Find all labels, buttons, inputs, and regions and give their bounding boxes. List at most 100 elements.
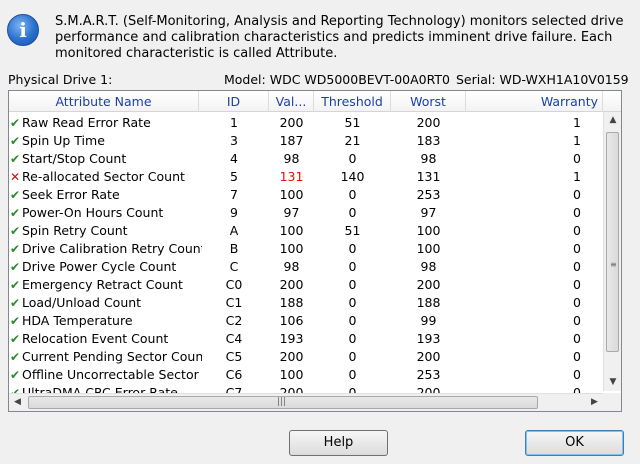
attribute-threshold: 0 <box>348 349 357 364</box>
attribute-worst: 200 <box>416 115 441 130</box>
attribute-name: Re-allocated Sector Count <box>22 169 185 184</box>
attribute-value: 188 <box>279 295 304 310</box>
horizontal-scrollbar[interactable]: ◀ ||| ▶ <box>9 393 603 411</box>
drive-label: Physical Drive 1: <box>8 72 113 87</box>
attribute-threshold: 51 <box>344 223 361 238</box>
attribute-id: 1 <box>230 115 238 130</box>
attribute-id: C6 <box>225 367 243 382</box>
check-icon: ✔ <box>9 368 21 382</box>
attribute-warranty: 0 <box>573 223 581 238</box>
table-row[interactable]: ✔ Start/Stop Count 4 98 0 98 0 <box>9 150 602 168</box>
attribute-grid[interactable]: Attribute Name ID Val... Threshold Worst… <box>8 90 622 412</box>
attribute-warranty: 0 <box>573 241 581 256</box>
attribute-threshold: 0 <box>348 331 357 346</box>
table-row[interactable]: ✔ Current Pending Sector Count C5 200 0 200 0 <box>9 348 602 366</box>
check-icon: ✔ <box>9 350 21 364</box>
table-row[interactable]: ✔ Power-On Hours Count 9 97 0 97 0 <box>9 204 602 222</box>
attribute-value: 193 <box>279 331 304 346</box>
scroll-right-arrow-icon[interactable]: ▶ <box>586 394 603 411</box>
vertical-scrollbar[interactable]: ▲ ≡ ▼ <box>603 112 621 391</box>
attribute-value: 100 <box>279 187 304 202</box>
column-header-value[interactable]: Val... <box>269 91 314 112</box>
attribute-value: 200 <box>279 349 304 364</box>
check-icon: ✔ <box>9 332 21 346</box>
table-row[interactable]: ✔ Drive Power Cycle Count C 98 0 98 0 <box>9 258 602 276</box>
table-row[interactable]: ✔ Load/Unload Count C1 188 0 188 0 <box>9 294 602 312</box>
check-icon: ✔ <box>9 224 21 238</box>
attribute-worst: 200 <box>416 349 441 364</box>
table-row[interactable]: ✔ Raw Read Error Rate 1 200 51 200 1 <box>9 114 602 132</box>
attribute-name: Load/Unload Count <box>22 295 142 310</box>
table-row[interactable]: ✔ Spin Retry Count A 100 51 100 0 <box>9 222 602 240</box>
check-icon: ✔ <box>9 296 21 310</box>
column-header-name[interactable]: Attribute Name <box>9 91 199 112</box>
table-row[interactable]: ✔ HDA Temperature C2 106 0 99 0 <box>9 312 602 330</box>
attribute-threshold: 0 <box>348 277 357 292</box>
attribute-threshold: 0 <box>348 151 357 166</box>
attribute-name: Spin Retry Count <box>22 223 128 238</box>
table-row[interactable]: ✔ Spin Up Time 3 187 21 183 1 <box>9 132 602 150</box>
attribute-warranty: 1 <box>573 133 581 148</box>
check-icon: ✔ <box>9 314 21 328</box>
grid-header: Attribute Name ID Val... Threshold Worst… <box>9 91 621 112</box>
attribute-warranty: 0 <box>573 259 581 274</box>
attribute-warranty: 1 <box>573 169 581 184</box>
scroll-up-arrow-icon[interactable]: ▲ <box>604 112 621 129</box>
attribute-name: Offline Uncorrectable Sector C <box>22 367 202 382</box>
table-row[interactable]: ✔ Offline Uncorrectable Sector C C6 100 0 253… <box>9 366 602 384</box>
attribute-worst: 131 <box>416 169 441 184</box>
attribute-value: 200 <box>279 277 304 292</box>
attribute-id: 4 <box>230 151 238 166</box>
attribute-value: 98 <box>283 151 300 166</box>
attribute-worst: 253 <box>416 367 441 382</box>
attribute-name: Power-On Hours Count <box>22 205 164 220</box>
scroll-corner <box>603 393 621 411</box>
attribute-value: 97 <box>283 205 300 220</box>
check-icon: ✔ <box>9 206 21 220</box>
attribute-value: 100 <box>279 367 304 382</box>
attribute-name: Drive Calibration Retry Count <box>22 241 202 256</box>
column-header-id[interactable]: ID <box>199 91 269 112</box>
check-icon: ✔ <box>9 134 21 148</box>
attribute-threshold: 0 <box>348 241 357 256</box>
attribute-value: 100 <box>279 223 304 238</box>
attribute-worst: 98 <box>420 151 437 166</box>
column-header-threshold[interactable]: Threshold <box>314 91 391 112</box>
ok-button[interactable]: OK <box>525 430 624 456</box>
attribute-threshold: 51 <box>344 115 361 130</box>
attribute-value: 200 <box>279 115 304 130</box>
attribute-threshold: 0 <box>348 295 357 310</box>
help-button[interactable]: Help <box>289 430 388 456</box>
attribute-threshold: 140 <box>340 169 365 184</box>
attribute-name: Relocation Event Count <box>22 331 169 346</box>
horizontal-scroll-thumb[interactable]: ||| <box>28 396 538 409</box>
attribute-warranty: 0 <box>573 313 581 328</box>
attribute-id: C5 <box>225 349 243 364</box>
attribute-worst: 100 <box>416 223 441 238</box>
table-row[interactable]: ✕ Re-allocated Sector Count 5 131 140 131 1 <box>9 168 602 186</box>
check-icon: ✔ <box>9 152 21 166</box>
attribute-warranty: 0 <box>573 151 581 166</box>
column-header-warranty[interactable]: Warranty <box>466 91 603 112</box>
attribute-threshold: 0 <box>348 205 357 220</box>
attribute-worst: 193 <box>416 331 441 346</box>
column-header-worst[interactable]: Worst <box>391 91 466 112</box>
attribute-warranty: 0 <box>573 205 581 220</box>
scroll-down-arrow-icon[interactable]: ▼ <box>604 374 621 391</box>
attribute-worst: 97 <box>420 205 437 220</box>
attribute-id: C <box>229 259 239 274</box>
attribute-name: Drive Power Cycle Count <box>22 259 177 274</box>
attribute-worst: 200 <box>416 277 441 292</box>
table-row[interactable]: ✔ Relocation Event Count C4 193 0 193 0 <box>9 330 602 348</box>
check-icon: ✔ <box>9 188 21 202</box>
table-row[interactable]: ✔ Seek Error Rate 7 100 0 253 0 <box>9 186 602 204</box>
table-row[interactable]: ✔ Emergency Retract Count C0 200 0 200 0 <box>9 276 602 294</box>
attribute-warranty: 0 <box>573 331 581 346</box>
scroll-left-arrow-icon[interactable]: ◀ <box>9 394 26 411</box>
attribute-warranty: 0 <box>573 367 581 382</box>
check-icon: ✔ <box>9 242 21 256</box>
table-row[interactable]: ✔ Drive Calibration Retry Count B 100 0 100 0 <box>9 240 602 258</box>
attribute-worst: 99 <box>420 313 437 328</box>
vertical-scroll-thumb[interactable]: ≡ <box>606 132 619 352</box>
attribute-worst: 98 <box>420 259 437 274</box>
